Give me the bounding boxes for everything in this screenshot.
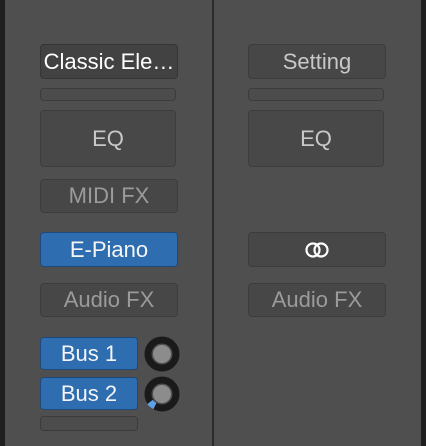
stereo-link-icon bbox=[305, 241, 329, 258]
gain-reduction-meter-right bbox=[248, 88, 384, 101]
gain-reduction-meter bbox=[40, 88, 176, 101]
eq-button-right[interactable]: EQ bbox=[248, 110, 384, 167]
setting-button-right[interactable]: Setting bbox=[248, 44, 386, 79]
input-format-button[interactable] bbox=[248, 232, 386, 267]
instrument-slot[interactable]: E-Piano bbox=[40, 232, 178, 267]
send-slot-2[interactable]: Bus 2 bbox=[40, 377, 138, 410]
empty-send-slot[interactable] bbox=[40, 416, 138, 431]
mixer-strips: Classic Ele… EQ MIDI FX E-Piano Audio FX… bbox=[0, 0, 426, 446]
setting-button[interactable]: Classic Ele… bbox=[40, 44, 178, 79]
strip-divider bbox=[212, 0, 214, 446]
send-2-level-arc bbox=[147, 399, 157, 410]
audio-fx-slot-right[interactable]: Audio FX bbox=[248, 283, 386, 317]
send-1-level-knob[interactable] bbox=[144, 336, 180, 372]
send-slot-1[interactable]: Bus 1 bbox=[40, 337, 138, 370]
audio-fx-slot[interactable]: Audio FX bbox=[40, 283, 178, 317]
send-2-level-knob[interactable] bbox=[144, 376, 180, 412]
midi-fx-slot[interactable]: MIDI FX bbox=[40, 179, 178, 213]
eq-button[interactable]: EQ bbox=[40, 110, 176, 167]
